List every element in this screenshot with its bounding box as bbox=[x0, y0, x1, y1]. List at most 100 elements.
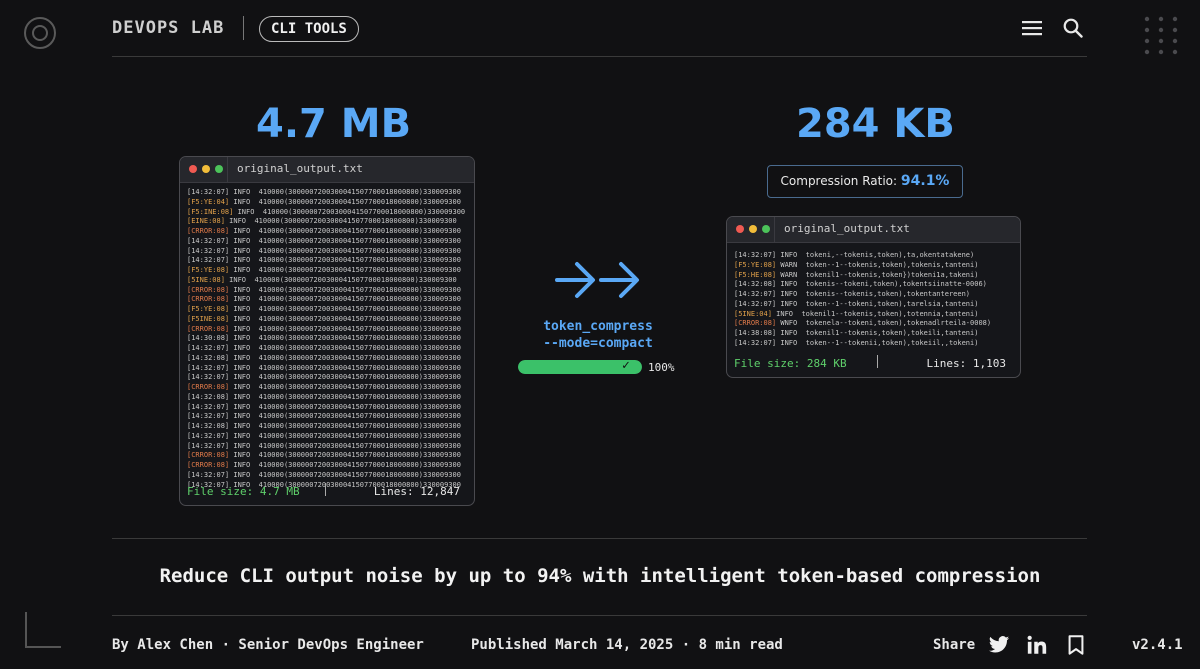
search-icon[interactable] bbox=[1063, 18, 1083, 38]
log-line: [14:32:07] INFO 410000(30000072003000415… bbox=[187, 344, 467, 354]
maximize-dot-icon[interactable] bbox=[215, 165, 223, 173]
log-message: INFO 410000(3000007200300041507700018000… bbox=[229, 422, 461, 430]
bookmark-icon[interactable] bbox=[1065, 634, 1087, 656]
log-message: INFO 410000(3000007200300041507700018000… bbox=[229, 227, 461, 235]
log-timestamp: [14:32:07] bbox=[734, 251, 777, 259]
log-line: [14:32:07] INFO 410000(30000072003000415… bbox=[187, 247, 467, 257]
log-timestamp: [CRROR:08] bbox=[187, 227, 230, 235]
log-message: INFO 410000(3000007200300041507700018000… bbox=[233, 207, 466, 216]
log-timestamp: [F5INE:08] bbox=[187, 314, 230, 323]
log-timestamp: [14:32:08] bbox=[734, 280, 777, 289]
category-badge[interactable]: CLI TOOLS bbox=[259, 16, 359, 42]
log-line: [14:32:07] INFO 410000(30000072003000415… bbox=[187, 188, 467, 198]
maximize-dot-icon[interactable] bbox=[762, 225, 770, 233]
file-size: File size: 284 KB bbox=[734, 357, 847, 370]
twitter-icon[interactable] bbox=[988, 634, 1010, 656]
log-message: WARN tokenil1--tokenis,token})tokeni1a,t… bbox=[776, 270, 979, 279]
progress-percent: 100% bbox=[648, 361, 675, 374]
terminal-titlebar: original_output.txt bbox=[180, 157, 474, 183]
log-timestamp: [14:32:07] bbox=[187, 236, 230, 245]
log-line: [F5:INE:08] INFO 410000(3000007200300041… bbox=[187, 208, 467, 218]
section-rule bbox=[112, 538, 1087, 539]
command-text: token_compress --mode=compact bbox=[520, 318, 676, 352]
log-line: [CRROR:08] WNFO tokenela--tokeni,token),… bbox=[734, 319, 1013, 329]
check-icon: ✓ bbox=[622, 358, 630, 373]
log-message: INFO 410000(3000007200300041507700018000… bbox=[224, 217, 457, 226]
log-line: [CRROR:08] INFO 410000(30000072003000415… bbox=[187, 451, 467, 461]
log-message: INFO 410000(3000007200300041507700018000… bbox=[229, 470, 461, 479]
log-line: [14:32:08] INFO 410000(30000072003000415… bbox=[187, 422, 467, 432]
log-message: INFO 410000(3000007200300041507700018000… bbox=[229, 305, 461, 313]
log-timestamp: [14:32:07] bbox=[187, 470, 230, 479]
tagline: Reduce CLI output noise by up to 94% wit… bbox=[159, 565, 1041, 587]
compression-ratio: Compression Ratio: 94.1% bbox=[767, 165, 963, 198]
compressed-size: 284 KB bbox=[796, 101, 955, 147]
log-timestamp: [14:32:07] bbox=[187, 363, 230, 372]
log-line: [14:32:08] INFO 410000(30000072003000415… bbox=[187, 354, 467, 364]
log-line: [14:38:08] INFO tokenil1--tokenis,token)… bbox=[734, 329, 1013, 339]
publish-info: Published March 14, 2025 · 8 min read bbox=[471, 637, 783, 653]
log-message: INFO 410000(3000007200300041507700018000… bbox=[229, 461, 461, 469]
log-timestamp: [14:32:07] bbox=[187, 441, 230, 450]
log-timestamp: [14:30:08] bbox=[187, 334, 230, 343]
author-byline: By Alex Chen · Senior DevOps Engineer bbox=[112, 637, 424, 653]
log-message: INFO 410000(3000007200300041507700018000… bbox=[229, 383, 461, 391]
log-message: INFO 410000(3000007200300041507700018000… bbox=[229, 324, 461, 333]
log-line: [14:32:07] INFO 410000(30000072003000415… bbox=[187, 432, 467, 442]
log-timestamp: [CRROR:08] bbox=[187, 383, 230, 391]
ratio-label: Compression Ratio: bbox=[780, 174, 898, 188]
log-line: [F5:YE:08] WARN token--1--tokenis,token)… bbox=[734, 261, 1013, 271]
log-message: INFO 410000(3000007200300041507700018000… bbox=[229, 188, 461, 196]
compressed-terminal: original_output.txt [14:32:07] INFO toke… bbox=[726, 216, 1021, 378]
log-line: [14:32:07] INFO 410000(30000072003000415… bbox=[187, 412, 467, 422]
log-line: [14:32:08] INFO 410000(30000072003000415… bbox=[187, 393, 467, 403]
header-rule bbox=[112, 56, 1087, 57]
minimize-dot-icon[interactable] bbox=[749, 225, 757, 233]
log-message: INFO tokenil1--tokenis,token),tokeili,ta… bbox=[776, 329, 979, 337]
log-timestamp: [14:32:07] bbox=[187, 256, 230, 265]
terminal-titlebar: original_output.txt bbox=[727, 217, 1020, 243]
close-dot-icon[interactable] bbox=[189, 165, 197, 173]
log-message: INFO 410000(3000007200300041507700018000… bbox=[229, 412, 461, 421]
log-output: [14:32:07] INFO tokeni,--tokenis,token),… bbox=[727, 243, 1020, 349]
log-message: INFO 410000(3000007200300041507700018000… bbox=[224, 275, 457, 284]
terminal-title: original_output.txt bbox=[237, 162, 363, 175]
log-message: INFO tokenis--tokenis,token),tokentanter… bbox=[776, 290, 971, 298]
minimize-dot-icon[interactable] bbox=[202, 165, 210, 173]
footer-rule bbox=[112, 615, 1087, 616]
log-line: [CRROR:08] INFO 410000(30000072003000415… bbox=[187, 295, 467, 305]
log-timestamp: [CRROR:08] bbox=[187, 461, 230, 469]
log-line: [CRROR:08] INFO 410000(30000072003000415… bbox=[187, 227, 467, 237]
log-timestamp: [14:32:08] bbox=[187, 392, 230, 401]
log-line: [F5:YE:08] INFO 410000(30000072003000415… bbox=[187, 305, 467, 315]
log-timestamp: [14:32:08] bbox=[187, 422, 230, 430]
log-timestamp: [14:32:07] bbox=[187, 431, 230, 440]
linkedin-icon[interactable] bbox=[1026, 634, 1048, 656]
logo-icon[interactable] bbox=[24, 17, 56, 49]
log-line: [14:32:07] INFO token--1--tokeni,token),… bbox=[734, 300, 1013, 310]
log-timestamp: [F5:HE:08] bbox=[734, 270, 777, 279]
log-line: [14:32:07] INFO 410000(30000072003000415… bbox=[187, 237, 467, 247]
log-timestamp: [CRROR:08] bbox=[187, 324, 230, 333]
log-timestamp: [F5:YE:08] bbox=[187, 305, 230, 313]
log-line: [5INE:04] INFO tokenil1--tokenis,token),… bbox=[734, 310, 1013, 320]
log-timestamp: [14:32:07] bbox=[187, 188, 230, 196]
log-line: [14:32:08] INFO tokenis--tokeni,token),t… bbox=[734, 280, 1013, 290]
menu-icon[interactable] bbox=[1022, 20, 1042, 36]
log-line: [CRROR:08] INFO 410000(30000072003000415… bbox=[187, 325, 467, 335]
log-message: INFO token--1--tokenii,token),tokeiil,,t… bbox=[776, 338, 979, 347]
log-timestamp: [14:32:07] bbox=[187, 373, 230, 382]
line-count: Lines: 12,847 bbox=[373, 485, 460, 498]
log-line: [CRROR:08] INFO 410000(30000072003000415… bbox=[187, 461, 467, 471]
terminal-footer: File size: 284 KB Lines: 1,103 bbox=[727, 351, 1020, 377]
log-timestamp: [14:32:07] bbox=[187, 412, 230, 421]
log-timestamp: [14:32:07] bbox=[187, 344, 230, 352]
log-line: [14:32:07] INFO 410000(30000072003000415… bbox=[187, 256, 467, 266]
log-timestamp: [EINE:08] bbox=[187, 217, 225, 226]
dots-grid-icon[interactable] bbox=[1144, 16, 1178, 56]
log-message: INFO 410000(3000007200300041507700018000… bbox=[229, 246, 461, 255]
brand-name[interactable]: DEVOPS LAB bbox=[112, 18, 224, 38]
log-line: [F5:YE:04] INFO 410000(30000072003000415… bbox=[187, 198, 467, 208]
log-timestamp: [F5:YE:04] bbox=[187, 197, 230, 206]
close-dot-icon[interactable] bbox=[736, 225, 744, 233]
